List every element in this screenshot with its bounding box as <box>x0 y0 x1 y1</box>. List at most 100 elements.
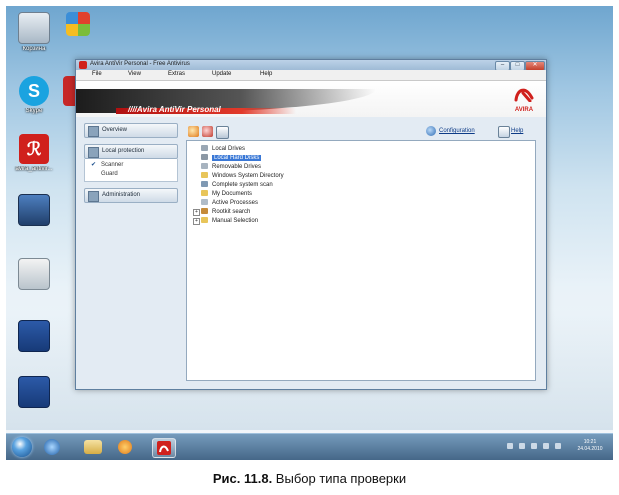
avira-logo: AVIRA <box>510 84 538 113</box>
desktop-icon-windows-folder[interactable] <box>56 12 100 38</box>
ie-taskbar-icon[interactable] <box>44 439 60 455</box>
scan-selected-icon[interactable] <box>202 126 213 137</box>
tree-item-label: Removable Drives <box>212 164 262 170</box>
tree-item-label: Manual Selection <box>212 218 259 224</box>
figure-number: Рис. 11.8. <box>212 471 273 486</box>
help-link[interactable]: Help <box>511 128 523 134</box>
nav-local-protection[interactable]: Local protection <box>84 144 178 159</box>
window-titlebar[interactable]: Avira AntiVir Personal - Free Antivirus … <box>76 60 546 71</box>
volume-icon[interactable] <box>555 443 561 449</box>
tree-item-local-drives[interactable]: Local Drives <box>201 145 245 153</box>
floppy-disk-icon <box>18 320 50 352</box>
tree-item-local-hard-disks[interactable]: Local Hard Disks <box>201 154 262 162</box>
desktop-icon-skype[interactable]: S Skype <box>12 76 56 115</box>
menu-update[interactable]: Update <box>212 71 231 77</box>
desktop-icon-avira[interactable]: ℛ avira_antivir... <box>12 134 56 173</box>
computer-icon <box>18 194 50 226</box>
documents-folder-icon <box>201 190 208 196</box>
checkmark-icon: ✔ <box>91 162 97 168</box>
nav-label: Administration <box>102 192 141 198</box>
folder-icon <box>201 217 208 223</box>
desktop-icon-network[interactable] <box>12 194 56 228</box>
clock[interactable]: 10:21 24.04.2010 <box>573 439 607 453</box>
rootkit-icon <box>201 208 208 214</box>
windows-flag-icon <box>66 12 90 36</box>
media-player-taskbar-icon[interactable] <box>118 440 132 454</box>
tree-item-rootkit-search[interactable]: Rootkit search <box>201 208 250 216</box>
nav-label: Local protection <box>102 148 145 154</box>
nav-item-label: Scanner <box>101 162 124 168</box>
network-icon[interactable] <box>543 443 549 449</box>
desktop-icon-floppy-1[interactable] <box>12 320 56 354</box>
local-protection-icon <box>88 147 99 158</box>
local-protection-submenu: ✔ Scanner Guard <box>84 159 178 182</box>
explorer-taskbar-icon[interactable] <box>84 440 102 454</box>
system-tray: 10:21 24.04.2010 <box>477 439 607 455</box>
scan-profiles-tree: Local Drives Local Hard Disks Removable … <box>186 140 536 381</box>
taskbar: 10:21 24.04.2010 <box>6 433 613 460</box>
action-center-icon[interactable] <box>531 443 537 449</box>
sidebar-nav: Overview Local protection ✔ Scanner Guar… <box>84 123 178 209</box>
tree-item-complete-system-scan[interactable]: Complete system scan <box>201 181 273 189</box>
nav-item-label: Guard <box>101 171 118 177</box>
new-profile-icon[interactable] <box>216 126 229 139</box>
desktop-icon-floppy-2[interactable] <box>12 376 56 410</box>
tree-item-label: Active Processes <box>212 200 259 206</box>
avira-umbrella-icon <box>514 88 534 103</box>
drive-icon <box>201 145 208 151</box>
configuration-link[interactable]: Configuration <box>439 128 475 134</box>
avira-icon: ℛ <box>19 134 49 164</box>
language-icon[interactable] <box>507 443 513 449</box>
tree-item-my-documents[interactable]: My Documents <box>201 190 252 198</box>
tree-item-label: Local Hard Disks <box>212 155 262 161</box>
menu-extras[interactable]: Extras <box>168 71 185 77</box>
start-button[interactable] <box>12 437 32 457</box>
tree-item-manual-selection[interactable]: Manual Selection <box>201 217 258 225</box>
nav-item-scanner[interactable]: ✔ Scanner <box>85 161 177 170</box>
figure-text: Выбор типа проверки <box>272 471 407 486</box>
computer-icon <box>201 181 208 187</box>
skype-icon: S <box>19 76 49 106</box>
desktop-icon-label: Корзина <box>22 46 46 52</box>
removable-drive-icon <box>201 163 208 169</box>
avira-taskbar-icon[interactable] <box>152 438 176 458</box>
menu-view[interactable]: View <box>128 71 141 77</box>
help-icon <box>498 126 510 138</box>
desktop-icon-printer[interactable] <box>12 258 56 292</box>
product-name: ////Avira AntiVir Personal <box>128 105 221 114</box>
hard-disk-icon <box>201 154 208 160</box>
expand-rootkit-search[interactable]: + <box>193 209 200 216</box>
tree-item-windows-system-directory[interactable]: Windows System Directory <box>201 172 284 180</box>
tree-item-label: My Documents <box>212 191 253 197</box>
overview-icon <box>88 126 99 137</box>
tree-item-active-processes[interactable]: Active Processes <box>201 199 258 207</box>
nav-overview[interactable]: Overview <box>84 123 178 138</box>
menu-help[interactable]: Help <box>260 71 272 77</box>
nav-item-guard[interactable]: Guard <box>85 170 177 179</box>
tree-item-label: Complete system scan <box>212 182 273 188</box>
folder-icon <box>201 172 208 178</box>
product-banner: ////Avira AntiVir Personal AVIRA <box>76 81 546 118</box>
desktop-screenshot: Корзина S Skype ℛ avira_antivir... Avira… <box>6 6 613 460</box>
avira-main-window: Avira AntiVir Personal - Free Antivirus … <box>75 59 547 390</box>
menu-bar: File View Extras Update Help <box>76 70 546 81</box>
scanner-panel: Configuration Help Local Drives Local Ha… <box>186 123 536 381</box>
desktop-icon-label: Skype <box>25 108 43 114</box>
window-body: Overview Local protection ✔ Scanner Guar… <box>76 117 546 389</box>
nav-label: Overview <box>102 127 128 133</box>
tree-item-label: Rootkit search <box>212 209 251 215</box>
tree-item-removable-drives[interactable]: Removable Drives <box>201 163 261 171</box>
recycle-bin-icon <box>18 12 50 44</box>
desktop-icon-recycle-bin[interactable]: Корзина <box>12 12 56 53</box>
expand-manual-selection[interactable]: + <box>193 218 200 225</box>
menu-file[interactable]: File <box>92 71 102 77</box>
configuration-icon <box>426 126 436 136</box>
scan-start-icon[interactable] <box>188 126 199 137</box>
app-icon <box>79 61 87 69</box>
tree-item-label: Windows System Directory <box>212 173 284 179</box>
nav-administration[interactable]: Administration <box>84 188 178 203</box>
desktop-icon-label: avira_antivir... <box>15 166 53 172</box>
tray-arrow-icon[interactable] <box>519 443 525 449</box>
floppy-disk-icon <box>18 376 50 408</box>
printer-icon <box>18 258 50 290</box>
